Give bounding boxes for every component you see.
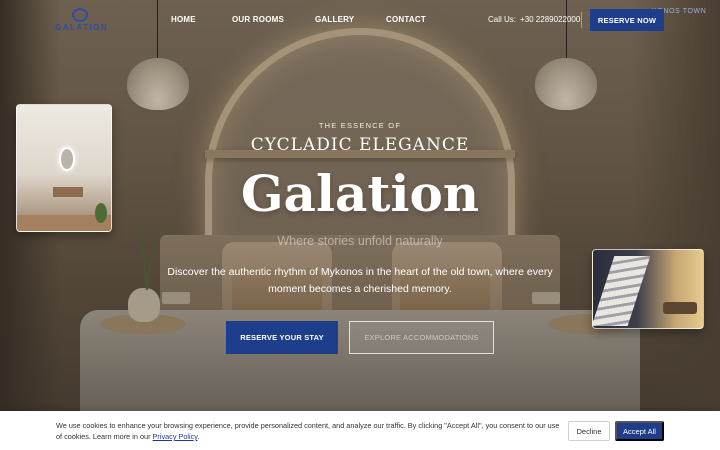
staircase-thumbnail[interactable]: [592, 249, 704, 329]
hero-description: Discover the authentic rhythm of Mykonos…: [167, 266, 553, 295]
phone-number: +30 2289022000: [520, 15, 581, 24]
privacy-policy-link[interactable]: Privacy Policy: [153, 432, 198, 441]
explore-accommodations-button[interactable]: EXPLORE ACCOMMODATIONS: [349, 321, 494, 354]
nav-home[interactable]: HOME: [171, 15, 196, 24]
site-logo[interactable]: GALATION: [55, 8, 109, 32]
thumb-stairs: [593, 256, 651, 326]
logo-icon: [72, 8, 88, 22]
hero-subtitle: CYCLADIC ELEGANCE: [250, 135, 470, 155]
call-label: Call Us:: [488, 15, 517, 24]
nav-gallery[interactable]: GALLERY: [315, 15, 354, 24]
header-divider: [581, 12, 582, 28]
call-us[interactable]: Call Us: +30 2289022000: [488, 15, 580, 24]
cookie-banner: We use cookies to enhance your browsing …: [0, 411, 720, 450]
thumb-lounge: [663, 302, 697, 314]
hero-tagline: Where stories unfold naturally: [277, 234, 443, 248]
nav-our-rooms[interactable]: OUR ROOMS: [232, 15, 284, 24]
reserve-now-button[interactable]: RESERVE NOW: [590, 9, 664, 31]
decline-button[interactable]: Decline: [568, 421, 610, 441]
logo-text: GALATION: [55, 23, 109, 32]
reserve-your-stay-button[interactable]: RESERVE YOUR STAY: [226, 321, 338, 354]
accept-all-button[interactable]: Accept All: [615, 421, 664, 441]
nav-contact[interactable]: CONTACT: [386, 15, 426, 24]
cookie-text: We use cookies to enhance your browsing …: [56, 421, 560, 441]
cookie-message: We use cookies to enhance your browsing …: [56, 421, 560, 441]
hero-title: Galation: [240, 164, 480, 223]
hero-eyebrow: THE ESSENCE OF: [318, 121, 402, 130]
